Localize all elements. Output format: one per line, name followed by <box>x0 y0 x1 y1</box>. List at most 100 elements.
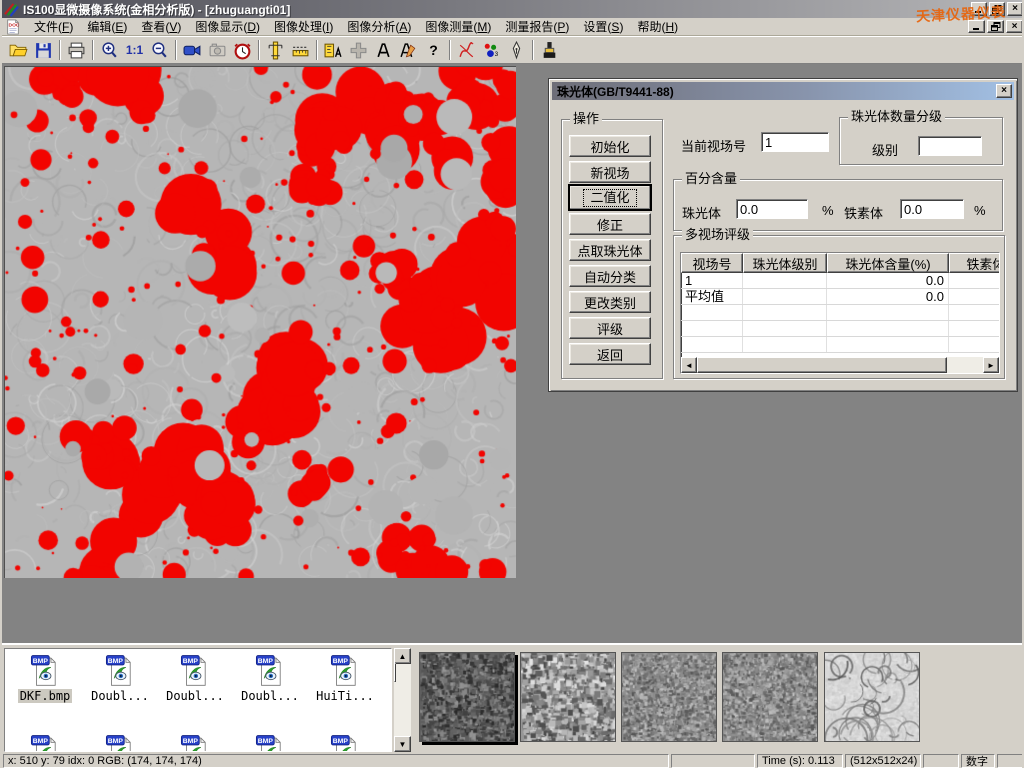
text-annotation-button[interactable] <box>371 38 396 62</box>
scroll-right-icon[interactable]: ► <box>983 357 999 373</box>
menu-view[interactable]: 查看(V) <box>134 17 188 36</box>
col-view-number[interactable]: 视场号 <box>681 253 743 273</box>
table-row[interactable]: 1 0.0 <box>681 273 999 289</box>
binarize-button[interactable]: 二值化 <box>569 185 651 210</box>
menu-report[interactable]: 测量报告(P) <box>498 17 576 36</box>
brush-tool-button[interactable] <box>537 38 562 62</box>
menu-bar: DOC 文件(F) 编辑(E) 查看(V) 图像显示(D) 图像处理(I) 图像… <box>2 18 1024 36</box>
menu-help[interactable]: 帮助(H) <box>630 17 685 36</box>
dialog-close-button[interactable]: × <box>996 84 1012 98</box>
file-item[interactable]: BMP Doubl... <box>234 653 306 705</box>
grade-input[interactable] <box>918 136 982 156</box>
status-bar: x: 510 y: 79 idx: 0 RGB: (174, 174, 174)… <box>2 753 1024 768</box>
menu-image-process[interactable]: 图像处理(I) <box>267 17 340 36</box>
return-button[interactable]: 返回 <box>569 343 651 365</box>
bmp-file-icon: BMP <box>328 733 362 752</box>
brush-icon <box>540 41 559 60</box>
file-name[interactable]: Doubl... <box>239 689 301 703</box>
dialog-title-bar[interactable]: 珠光体(GB/T9441-88) × <box>552 82 1014 100</box>
file-item[interactable]: BMP Doubl... <box>159 653 231 705</box>
help-button[interactable]: ? <box>421 38 446 62</box>
timer-button[interactable] <box>230 38 255 62</box>
file-item-partial[interactable]: BMP <box>309 733 381 752</box>
thumbnail-1[interactable] <box>419 652 515 742</box>
scroll-down-icon[interactable]: ▼ <box>394 736 411 752</box>
menu-image-display[interactable]: 图像显示(D) <box>188 17 267 36</box>
classify-tool-button[interactable]: 3 <box>479 38 504 62</box>
menu-file[interactable]: 文件(F) <box>27 17 80 36</box>
video-capture-button[interactable] <box>180 38 205 62</box>
actual-size-button[interactable]: 1:1 <box>122 38 147 62</box>
print-button[interactable] <box>64 38 89 62</box>
pen-tool-button[interactable] <box>504 38 529 62</box>
thumbnail-3[interactable] <box>621 652 717 742</box>
file-item-partial[interactable]: BMP <box>9 733 81 752</box>
rate-button[interactable]: 评级 <box>569 317 651 339</box>
bmp-icon-slot: BMP <box>309 653 381 687</box>
current-view-input[interactable] <box>761 132 829 152</box>
table-row[interactable]: 平均值 0.0 <box>681 289 999 305</box>
measure-label-button[interactable] <box>321 38 346 62</box>
curve-tool-button[interactable] <box>454 38 479 62</box>
work-area: 珠光体(GB/T9441-88) × 操作 初始化 新视场 二值化 修正 点取珠… <box>2 64 1024 643</box>
scroll-up-icon[interactable]: ▲ <box>394 648 411 664</box>
col-ferrite-content[interactable]: 铁素体含量(%) <box>949 253 1000 273</box>
col-pearlite-grade[interactable]: 珠光体级别 <box>743 253 827 273</box>
file-item[interactable]: BMP Doubl... <box>84 653 156 705</box>
zoom-in-button[interactable] <box>97 38 122 62</box>
edit-annotation-button[interactable] <box>396 38 421 62</box>
svg-text:DOC: DOC <box>9 22 20 28</box>
menu-edit[interactable]: 编辑(E) <box>80 17 134 36</box>
scrollbar-thumb[interactable] <box>697 357 947 373</box>
spline-curve-icon <box>457 41 476 60</box>
file-item-partial[interactable]: BMP <box>234 733 306 752</box>
specimen-image[interactable] <box>4 66 516 578</box>
thumbnail-2[interactable] <box>520 652 616 742</box>
svg-text:BMP: BMP <box>258 738 274 745</box>
caliper-measure-button[interactable] <box>263 38 288 62</box>
scroll-left-icon[interactable]: ◄ <box>681 357 697 373</box>
new-field-button[interactable]: 新视场 <box>569 161 651 183</box>
col-pearlite-content[interactable]: 珠光体含量(%) <box>827 253 949 273</box>
open-folder-icon <box>9 41 28 60</box>
save-button[interactable] <box>31 38 56 62</box>
scrollbar-thumb[interactable] <box>394 663 396 682</box>
menu-image-analysis[interactable]: 图像分析(A) <box>340 17 418 36</box>
bmp-file-icon: BMP <box>253 653 287 687</box>
file-item[interactable]: BMP HuiTi... <box>309 653 381 705</box>
zoom-out-button[interactable] <box>147 38 172 62</box>
question-mark-icon: ? <box>429 42 438 58</box>
ferrite-percent-input[interactable] <box>900 199 964 219</box>
snapshot-button[interactable] <box>205 38 230 62</box>
pearlite-percent-input[interactable] <box>736 199 808 219</box>
thumbnail-5[interactable] <box>824 652 920 742</box>
svg-text:BMP: BMP <box>108 658 124 665</box>
file-item-partial[interactable]: BMP <box>84 733 156 752</box>
auto-classify-button[interactable]: 自动分类 <box>569 265 651 287</box>
menu-settings[interactable]: 设置(S) <box>576 17 630 36</box>
grid-cross-button[interactable] <box>346 38 371 62</box>
menu-image-measure[interactable]: 图像测量(M) <box>418 17 498 36</box>
open-button[interactable] <box>6 38 31 62</box>
change-class-button[interactable]: 更改类别 <box>569 291 651 313</box>
bmp-icon-slot: BMP <box>159 733 231 752</box>
correct-button[interactable]: 修正 <box>569 213 651 235</box>
mdi-close-button[interactable]: × <box>1006 20 1023 33</box>
file-name[interactable]: HuiTi... <box>314 689 376 703</box>
file-item[interactable]: BMP DKF.bmp <box>9 653 81 705</box>
file-name[interactable]: DKF.bmp <box>18 689 73 703</box>
file-list-scrollbar[interactable]: ▲ ▼ <box>394 648 411 752</box>
file-item-partial[interactable]: BMP <box>159 733 231 752</box>
close-button[interactable]: × <box>1007 2 1023 16</box>
svg-text:BMP: BMP <box>108 738 124 745</box>
file-name[interactable]: Doubl... <box>164 689 226 703</box>
ruler-measure-button[interactable] <box>288 38 313 62</box>
thumbnail-4[interactable] <box>722 652 818 742</box>
pick-pearlite-button[interactable]: 点取珠光体 <box>569 239 651 261</box>
file-name[interactable]: Doubl... <box>89 689 151 703</box>
initialize-button[interactable]: 初始化 <box>569 135 651 157</box>
scrollbar-track[interactable] <box>947 357 983 373</box>
percent-group: 百分含量 珠光体 % 铁素体 % <box>673 179 1003 231</box>
thumbnail-strip <box>414 645 1024 755</box>
table-horizontal-scrollbar[interactable]: ◄ ► <box>681 357 999 373</box>
